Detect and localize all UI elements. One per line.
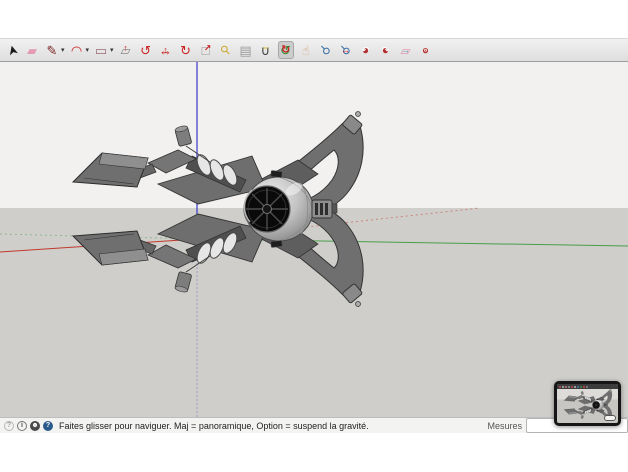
eraser-icon[interactable]: ▰ <box>24 41 40 59</box>
info-icon[interactable]: i <box>17 420 27 431</box>
previous-view-icon[interactable]: ● ↶ <box>358 41 374 59</box>
zoom-icon[interactable]: ⚲ <box>317 41 333 59</box>
help-icon[interactable]: ? <box>43 420 53 431</box>
zoom-extents-icon[interactable]: ⚲ ↔ <box>337 41 353 59</box>
paint-bucket-icon[interactable]: ∪ − <box>258 41 274 59</box>
offset-icon[interactable]: □ ↗ <box>198 41 214 59</box>
thumbnail-mini-measure-box <box>604 415 616 421</box>
line-icon[interactable]: ✎ <box>44 41 60 59</box>
screenshot-thumbnail-preview[interactable] <box>554 381 621 426</box>
instructor-icon[interactable]: ? <box>4 420 14 431</box>
select-icon[interactable]: ➤ <box>3 41 20 59</box>
next-view-icon[interactable]: ● ↷ <box>378 41 394 59</box>
modeling-viewport[interactable] <box>0 62 628 417</box>
arc-icon[interactable]: ◠ <box>69 41 85 59</box>
status-hint-text: Faites glisser pour naviguer. Maj = pano… <box>59 420 369 431</box>
main-toolbar: ➤ ▰ ✎ ▾ ◠ ▾ ▭ ▾ ▱ ↑ ↺ ↔ ↕ ↻ □ ↗ ⚲ ▤ ∪ − ↺ ↻ ☝ ⚲ ⚲ ↔ ● ↶ ● ↷ ▱ → ● ∘ <box>0 38 628 62</box>
arc-dropdown-arrow[interactable]: ▾ <box>86 46 90 54</box>
follow-me-icon[interactable]: ↺ <box>138 41 154 59</box>
move-icon[interactable]: ↔ ↕ <box>158 41 174 59</box>
send-to-layout-icon[interactable]: ▱ → <box>398 41 414 59</box>
tape-measure-icon[interactable]: ⚲ <box>217 41 233 59</box>
orbit-icon[interactable]: ↺ ↻ <box>277 41 294 59</box>
look-around-icon[interactable]: ● ∘ <box>418 41 434 59</box>
viewport-canvas[interactable] <box>0 62 628 417</box>
measurements-label: Mesures <box>487 420 522 431</box>
push-pull-icon[interactable]: ▱ ↑ <box>118 41 134 59</box>
rotate-icon[interactable]: ↻ <box>178 41 194 59</box>
status-bar: ? i ☻? Faites glisser pour naviguer. Maj =… <box>0 417 628 433</box>
screenshot-root: ➤ ▰ ✎ ▾ ◠ ▾ ▭ ▾ ▱ ↑ ↺ ↔ ↕ ↻ □ ↗ ⚲ ▤ ∪ − ↺ ↻ ☝ ⚲ ⚲ ↔ ● ↶ ● ↷ ▱ → ● ∘ <box>0 0 628 472</box>
rectangle-icon[interactable]: ▭ <box>93 41 109 59</box>
credits-icon[interactable]: ☻ <box>30 420 40 431</box>
viewport-sky <box>0 62 628 208</box>
status-icons: ? i ☻? <box>4 420 53 431</box>
text-icon[interactable]: ▤ <box>238 41 254 59</box>
line-dropdown-arrow[interactable]: ▾ <box>61 46 65 54</box>
rectangle-dropdown-arrow[interactable]: ▾ <box>110 46 114 54</box>
pan-icon[interactable]: ☝ <box>298 41 314 59</box>
